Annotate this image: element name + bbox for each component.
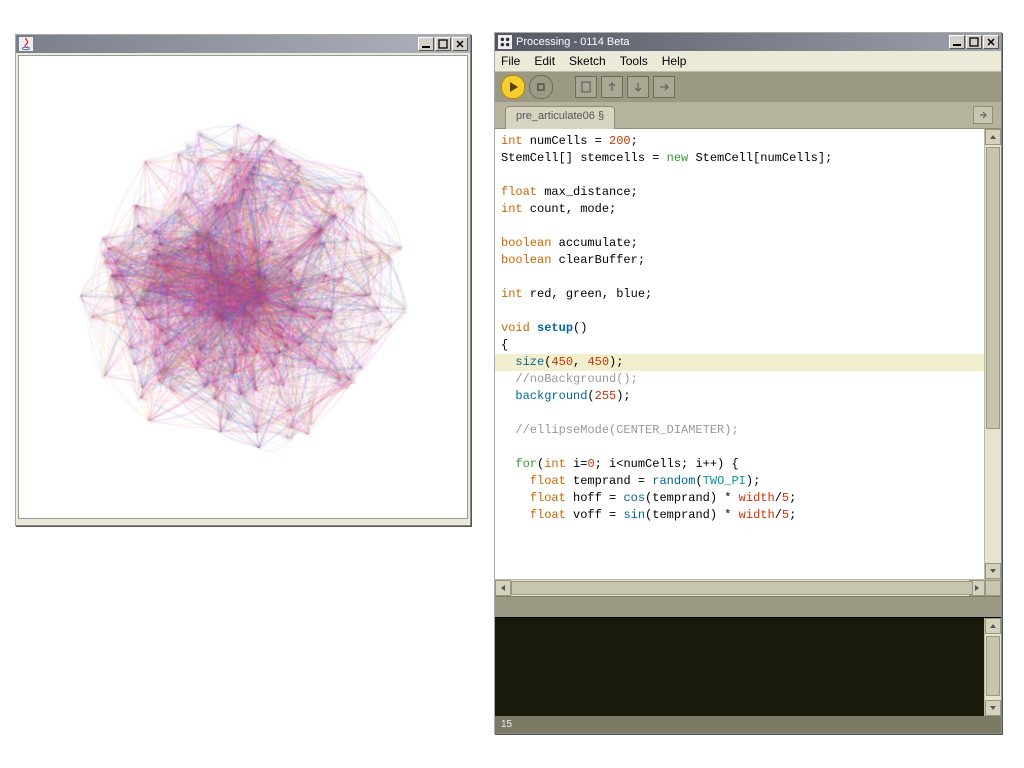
sketch-canvas[interactable] bbox=[23, 67, 463, 507]
line-number: 15 bbox=[501, 719, 512, 730]
new-tab-button[interactable] bbox=[973, 106, 993, 124]
ide-window: Processing - 0114 Beta File Edit Sketch … bbox=[494, 32, 1002, 734]
scroll-thumb[interactable] bbox=[986, 147, 1000, 429]
scrollbar-corner bbox=[985, 580, 1001, 596]
message-area bbox=[495, 596, 1001, 617]
open-button[interactable] bbox=[601, 76, 623, 98]
scroll-thumb[interactable] bbox=[986, 636, 1000, 696]
code-editor[interactable]: int numCells = 200; StemCell[] stemcells… bbox=[495, 129, 984, 579]
menubar: File Edit Sketch Tools Help bbox=[495, 51, 1001, 72]
minimize-button[interactable] bbox=[949, 35, 965, 49]
scroll-up-icon[interactable] bbox=[985, 618, 1001, 634]
sketch-titlebar[interactable] bbox=[16, 35, 470, 53]
processing-icon bbox=[498, 35, 512, 49]
close-button[interactable] bbox=[452, 37, 468, 51]
minimize-button[interactable] bbox=[418, 37, 434, 51]
menu-help[interactable]: Help bbox=[662, 54, 687, 68]
scroll-down-icon[interactable] bbox=[985, 700, 1001, 716]
ide-titlebar[interactable]: Processing - 0114 Beta bbox=[495, 33, 1001, 51]
toolbar bbox=[495, 72, 1001, 102]
maximize-button[interactable] bbox=[435, 37, 451, 51]
editor-vertical-scrollbar[interactable] bbox=[984, 129, 1001, 579]
hscroll-thumb[interactable] bbox=[511, 581, 973, 595]
run-button[interactable] bbox=[501, 75, 525, 99]
sketch-content bbox=[18, 55, 468, 519]
statusbar: 15 bbox=[495, 716, 1001, 733]
scroll-down-icon[interactable] bbox=[985, 563, 1001, 579]
scroll-left-icon[interactable] bbox=[495, 580, 511, 596]
scroll-up-icon[interactable] bbox=[985, 129, 1001, 145]
ide-title: Processing - 0114 Beta bbox=[516, 36, 949, 48]
menu-sketch[interactable]: Sketch bbox=[569, 54, 606, 68]
sketch-window bbox=[15, 34, 471, 526]
tab-sketch[interactable]: pre_articulate06 § bbox=[505, 106, 615, 129]
menu-tools[interactable]: Tools bbox=[620, 54, 648, 68]
new-button[interactable] bbox=[575, 76, 597, 98]
java-icon bbox=[19, 37, 33, 51]
menu-edit[interactable]: Edit bbox=[534, 54, 555, 68]
save-button[interactable] bbox=[627, 76, 649, 98]
stop-button[interactable] bbox=[529, 75, 553, 99]
console-vertical-scrollbar[interactable] bbox=[984, 618, 1001, 716]
close-button[interactable] bbox=[983, 35, 999, 49]
maximize-button[interactable] bbox=[966, 35, 982, 49]
export-button[interactable] bbox=[653, 76, 675, 98]
editor-horizontal-scrollbar[interactable] bbox=[495, 579, 1001, 596]
editor-area: int numCells = 200; StemCell[] stemcells… bbox=[495, 128, 1001, 579]
menu-file[interactable]: File bbox=[501, 54, 520, 68]
tabstrip: pre_articulate06 § bbox=[495, 102, 1001, 128]
console[interactable] bbox=[495, 617, 1001, 716]
